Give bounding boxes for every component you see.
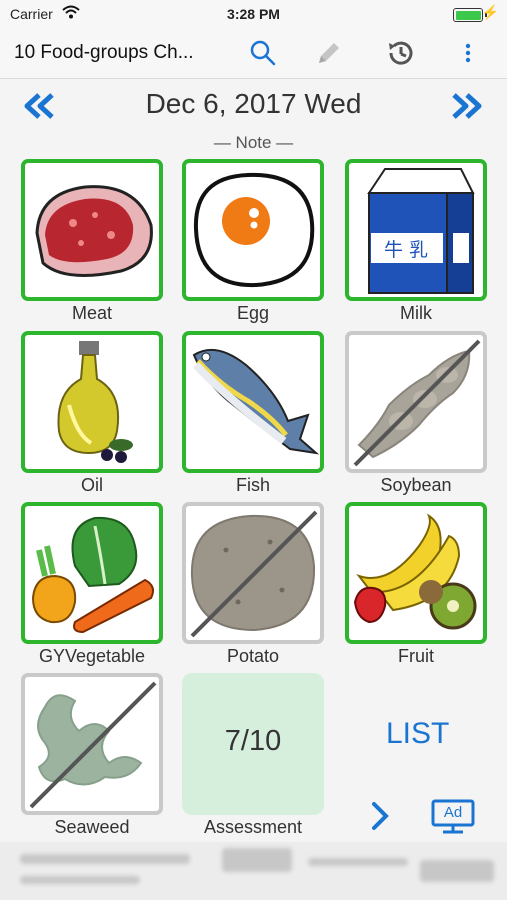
assessment-score: 7/10 [224, 725, 282, 757]
food-tile[interactable] [21, 502, 163, 644]
ad-banner[interactable] [0, 842, 507, 900]
charging-icon: ⚡ [481, 4, 499, 20]
food-tile[interactable] [345, 502, 487, 644]
food-tile[interactable] [21, 673, 163, 815]
food-item-gyvegetable[interactable]: GYVegetable [21, 502, 163, 667]
food-label: Potato [226, 646, 280, 666]
edit-pencil-icon[interactable] [314, 38, 344, 68]
potato-icon [190, 510, 318, 638]
milk-carton-icon [367, 168, 475, 294]
food-tile[interactable] [21, 159, 163, 301]
food-tile[interactable] [21, 331, 163, 473]
ad-icon-label: Ad [443, 804, 463, 821]
assessment-tile[interactable]: 7/10 [182, 673, 324, 815]
fish-icon [192, 348, 320, 455]
food-item-fish[interactable]: Fish [182, 331, 324, 496]
food-item-fruit[interactable]: Fruit [345, 502, 487, 667]
status-time: 3:28 PM [227, 6, 280, 22]
ad-monitor-button[interactable]: Ad [430, 798, 476, 836]
food-tile[interactable] [182, 502, 324, 644]
egg-icon [193, 172, 315, 288]
date-navigation: Dec 6, 2017 Wed [0, 80, 507, 130]
more-options-icon[interactable] [453, 38, 483, 68]
food-item-oil[interactable]: Oil [21, 331, 163, 496]
list-button[interactable]: LIST [386, 717, 449, 751]
food-item-meat[interactable]: Meat [21, 159, 163, 324]
food-label: Seaweed [54, 817, 130, 837]
food-item-soybean[interactable]: Soybean [345, 331, 487, 496]
history-clock-icon[interactable] [385, 38, 415, 68]
oil-bottle-icon [57, 341, 133, 463]
soybean-icon [353, 339, 481, 467]
milk-carton-text: 牛 乳 [383, 239, 429, 261]
food-item-seaweed[interactable]: Seaweed [21, 673, 163, 838]
food-label: Fruit [398, 646, 434, 666]
food-label: Milk [400, 303, 432, 323]
food-label: Oil [81, 475, 103, 495]
search-icon[interactable] [248, 38, 278, 68]
food-item-milk[interactable]: 牛 乳 Milk [345, 159, 487, 324]
seaweed-icon [29, 681, 157, 809]
toolbar: 10 Food-groups Ch... [0, 28, 507, 79]
assessment-card[interactable]: 7/10 Assessment [182, 673, 324, 838]
food-tile[interactable] [182, 331, 324, 473]
food-label: GYVegetable [38, 646, 146, 666]
food-tile[interactable]: 牛 乳 [345, 159, 487, 301]
food-label: Fish [235, 475, 270, 495]
status-bar: Carrier 3:28 PM ⚡ [0, 0, 507, 28]
battery-icon [453, 8, 483, 22]
app-title: 10 Food-groups Ch... [14, 42, 194, 63]
food-item-egg[interactable]: Egg [182, 159, 324, 324]
food-tile[interactable] [345, 331, 487, 473]
next-day-button[interactable] [450, 92, 484, 120]
chevron-right-icon[interactable] [368, 800, 392, 832]
meat-icon [35, 185, 153, 277]
food-item-potato[interactable]: Potato [182, 502, 324, 667]
food-label: Meat [71, 303, 113, 323]
assessment-label: Assessment [203, 817, 303, 837]
vegetables-icon [31, 516, 154, 634]
food-label: Soybean [380, 475, 452, 495]
note-button[interactable]: — Note — [0, 133, 507, 153]
fruit-icon [353, 513, 477, 630]
current-date[interactable]: Dec 6, 2017 Wed [0, 88, 507, 120]
food-tile[interactable] [182, 159, 324, 301]
food-label: Egg [236, 303, 270, 323]
